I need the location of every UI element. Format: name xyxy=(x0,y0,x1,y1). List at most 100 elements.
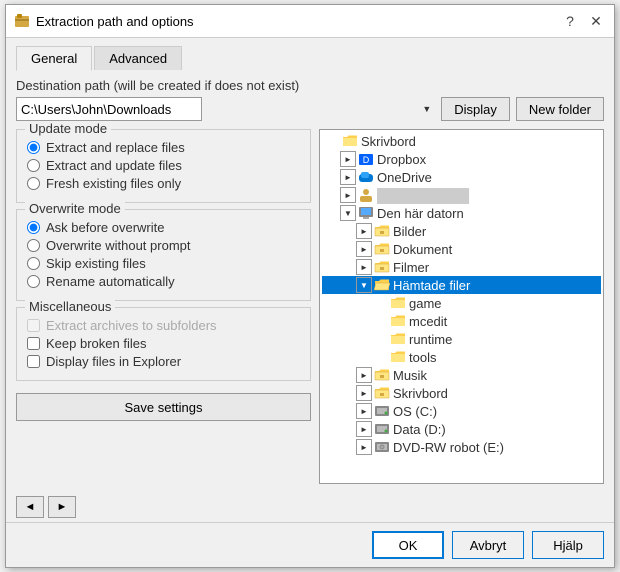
tree-item[interactable]: ► OneDrive xyxy=(322,168,601,186)
tree-expand-icon[interactable]: ► xyxy=(356,439,372,455)
tree-item[interactable]: mcedit xyxy=(322,312,601,330)
ok-button[interactable]: OK xyxy=(372,531,444,559)
destination-path-section: Destination path (will be created if doe… xyxy=(16,78,604,121)
misc-option-2: Display files in Explorer xyxy=(27,354,300,369)
tree-folder-icon xyxy=(374,439,390,455)
miscellaneous-title: Miscellaneous xyxy=(25,299,115,314)
dialog-title: Extraction path and options xyxy=(36,14,194,29)
title-bar-left: Extraction path and options xyxy=(14,13,194,29)
tree-item[interactable]: runtime xyxy=(322,330,601,348)
tree-expand-icon[interactable]: ▼ xyxy=(356,277,372,293)
tree-item[interactable]: ►██████████ xyxy=(322,186,601,204)
fresh-existing-label[interactable]: Fresh existing files only xyxy=(46,176,181,191)
tree-item-label: Skrivbord xyxy=(393,386,448,401)
tree-expand-icon[interactable] xyxy=(324,133,340,149)
update-mode-title: Update mode xyxy=(25,121,111,136)
rename-auto-radio[interactable] xyxy=(27,275,40,288)
cancel-button[interactable]: Avbryt xyxy=(452,531,524,559)
save-settings-button[interactable]: Save settings xyxy=(16,393,311,421)
tree-item[interactable]: ▼Den här datorn xyxy=(322,204,601,222)
display-explorer-label[interactable]: Display files in Explorer xyxy=(46,354,181,369)
tree-item-label: mcedit xyxy=(409,314,447,329)
overwrite-noprompt-radio[interactable] xyxy=(27,239,40,252)
tree-folder-icon xyxy=(374,241,390,257)
tree-expand-icon[interactable]: ► xyxy=(356,367,372,383)
tree-expand-icon[interactable]: ► xyxy=(356,403,372,419)
tree-expand-icon[interactable]: ► xyxy=(340,169,356,185)
tree-item-label: Filmer xyxy=(393,260,429,275)
keep-broken-label[interactable]: Keep broken files xyxy=(46,336,146,351)
tree-item-label: Dokument xyxy=(393,242,452,257)
tree-expand-icon[interactable]: ▼ xyxy=(340,205,356,221)
tree-item-label: OneDrive xyxy=(377,170,432,185)
tree-folder-icon xyxy=(374,367,390,383)
skip-existing-label[interactable]: Skip existing files xyxy=(46,256,146,271)
tree-expand-icon[interactable]: ► xyxy=(356,259,372,275)
display-explorer-checkbox[interactable] xyxy=(27,355,40,368)
tree-expand-icon[interactable]: ► xyxy=(340,187,356,203)
tree-folder-icon xyxy=(358,187,374,203)
tree-expand-icon[interactable]: ► xyxy=(356,421,372,437)
tree-item[interactable]: ▼Hämtade filer xyxy=(322,276,601,294)
ask-before-label[interactable]: Ask before overwrite xyxy=(46,220,165,235)
file-tree-panel[interactable]: Skrivbord►DDropbox►OneDrive►██████████▼D… xyxy=(319,129,604,484)
new-folder-button[interactable]: New folder xyxy=(516,97,604,121)
overwrite-mode-option-0: Ask before overwrite xyxy=(27,220,300,235)
tree-item[interactable]: ►OS (C:) xyxy=(322,402,601,420)
tree-item-label: Musik xyxy=(393,368,427,383)
extract-subfolders-checkbox[interactable] xyxy=(27,319,40,332)
tree-item[interactable]: ►Bilder xyxy=(322,222,601,240)
extract-subfolders-label[interactable]: Extract archives to subfolders xyxy=(46,318,217,333)
svg-text:D: D xyxy=(363,155,370,165)
tree-item[interactable]: ► Musik xyxy=(322,366,601,384)
extraction-dialog: Extraction path and options ? ✕ General … xyxy=(5,4,615,568)
dest-path-input[interactable] xyxy=(16,97,202,121)
tab-advanced[interactable]: Advanced xyxy=(94,46,182,70)
skip-existing-radio[interactable] xyxy=(27,257,40,270)
tree-folder-icon xyxy=(390,295,406,311)
tree-expand-icon[interactable]: ► xyxy=(340,151,356,167)
overwrite-mode-group: Overwrite mode Ask before overwrite Over… xyxy=(16,209,311,301)
tree-item[interactable]: ►DDropbox xyxy=(322,150,601,168)
bottom-bar: OK Avbryt Hjälp xyxy=(6,522,614,567)
help-title-button[interactable]: ? xyxy=(560,11,580,31)
tree-right-arrow[interactable]: ► xyxy=(48,496,76,518)
update-mode-option-1: Extract and update files xyxy=(27,158,300,173)
tree-folder-icon xyxy=(374,385,390,401)
extract-update-radio[interactable] xyxy=(27,159,40,172)
tree-item[interactable]: ►DVD-RW robot (E:) xyxy=(322,438,601,456)
keep-broken-checkbox[interactable] xyxy=(27,337,40,350)
extract-update-label[interactable]: Extract and update files xyxy=(46,158,182,173)
tree-expand-icon[interactable] xyxy=(372,295,388,311)
rename-auto-label[interactable]: Rename automatically xyxy=(46,274,175,289)
tree-item[interactable]: game xyxy=(322,294,601,312)
tree-expand-icon[interactable] xyxy=(372,313,388,329)
extract-replace-label[interactable]: Extract and replace files xyxy=(46,140,185,155)
tree-item[interactable]: ► Skrivbord xyxy=(322,384,601,402)
tree-item-label: game xyxy=(409,296,442,311)
tree-item[interactable]: ► Filmer xyxy=(322,258,601,276)
close-title-button[interactable]: ✕ xyxy=(586,11,606,31)
tree-expand-icon[interactable] xyxy=(372,331,388,347)
overwrite-noprompt-label[interactable]: Overwrite without prompt xyxy=(46,238,191,253)
update-mode-option-0: Extract and replace files xyxy=(27,140,300,155)
tree-expand-icon[interactable] xyxy=(372,349,388,365)
tree-item-label: Skrivbord xyxy=(361,134,416,149)
extract-replace-radio[interactable] xyxy=(27,141,40,154)
tree-item[interactable]: tools xyxy=(322,348,601,366)
tree-expand-icon[interactable]: ► xyxy=(356,241,372,257)
tree-left-arrow[interactable]: ◄ xyxy=(16,496,44,518)
update-mode-group: Update mode Extract and replace files Ex… xyxy=(16,129,311,203)
ask-before-radio[interactable] xyxy=(27,221,40,234)
tree-item[interactable]: ► Dokument xyxy=(322,240,601,258)
tree-expand-icon[interactable]: ► xyxy=(356,223,372,239)
tree-item[interactable]: ►Data (D:) xyxy=(322,420,601,438)
fresh-existing-radio[interactable] xyxy=(27,177,40,190)
tree-item[interactable]: Skrivbord xyxy=(322,132,601,150)
tree-folder-icon xyxy=(374,259,390,275)
help-button[interactable]: Hjälp xyxy=(532,531,604,559)
tab-general[interactable]: General xyxy=(16,46,92,71)
display-button[interactable]: Display xyxy=(441,97,510,121)
tree-expand-icon[interactable]: ► xyxy=(356,385,372,401)
dest-input-row: Display New folder xyxy=(16,97,604,121)
